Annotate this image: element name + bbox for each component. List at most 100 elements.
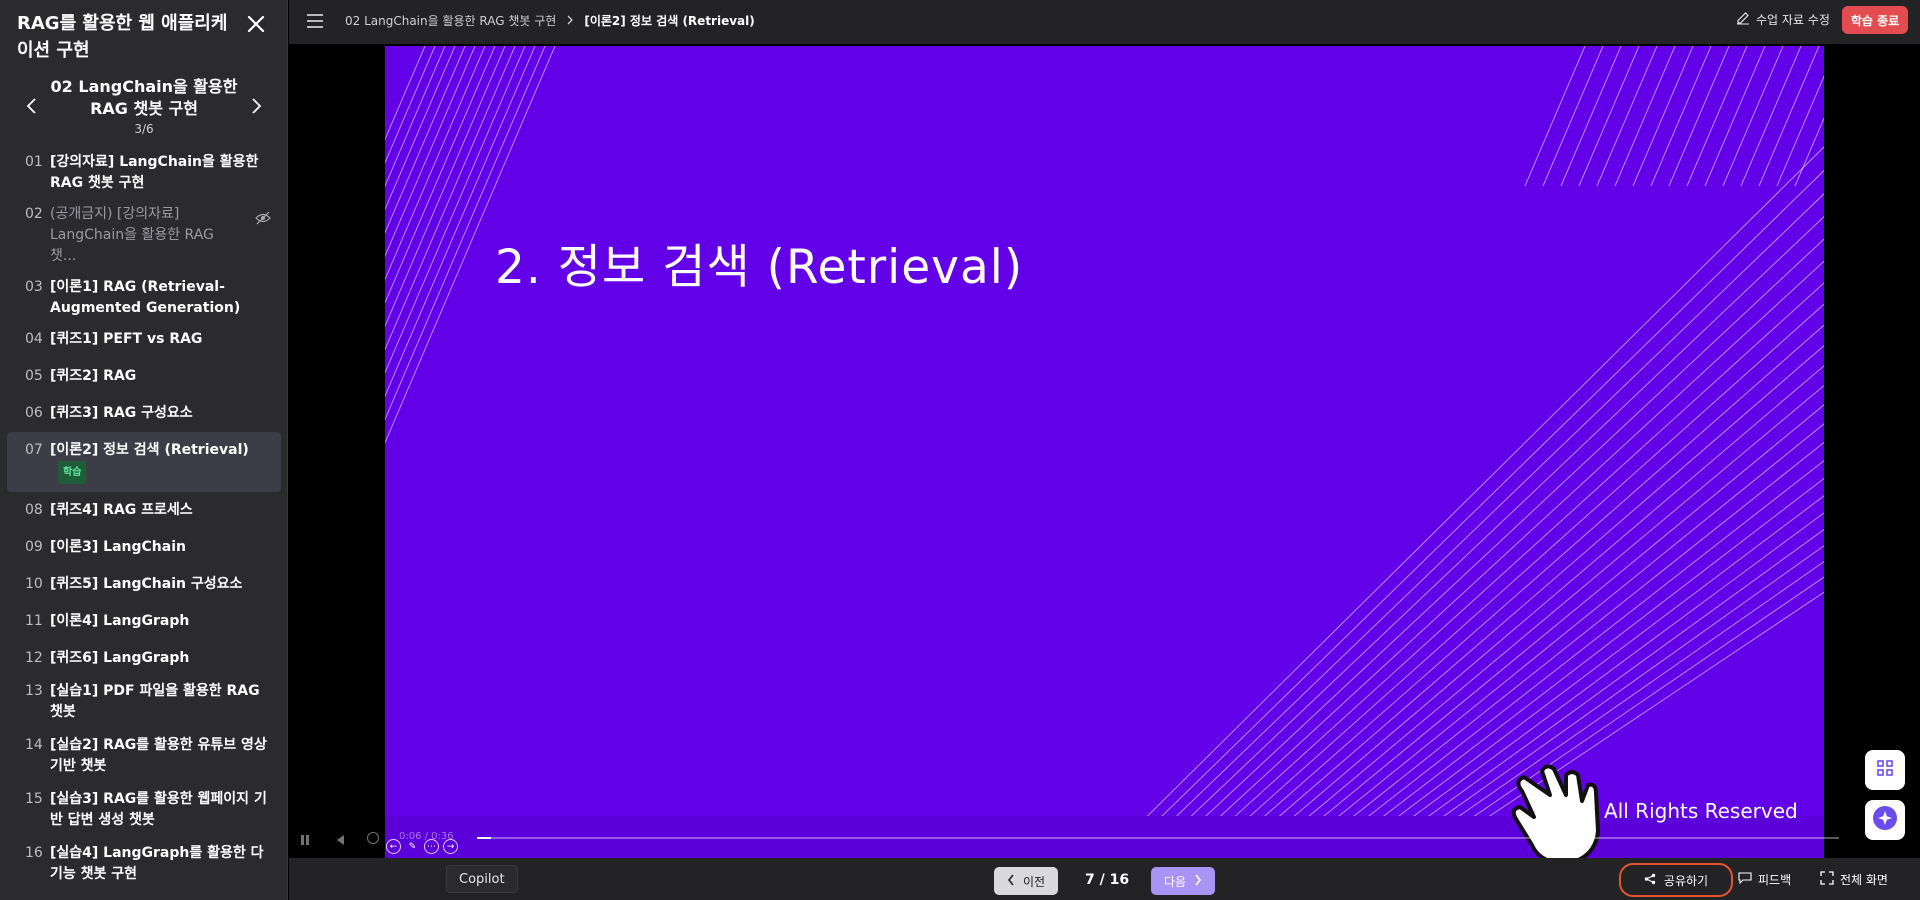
lesson-number: 12: [25, 650, 43, 666]
lesson-label: [이론3] LangChain: [50, 539, 186, 555]
slide-heading: 2. 정보 검색 (Retrieval): [495, 240, 1024, 295]
slide-stripe: [1146, 216, 1824, 858]
slide-stripe: [1722, 46, 1784, 187]
slide-stripe: [1132, 193, 1824, 858]
chevron-right-icon: [1194, 874, 1202, 889]
feedback-button[interactable]: 피드백: [1738, 871, 1791, 888]
lesson-label: [퀴즈4] RAG 프로세스: [50, 502, 193, 518]
apps-grid-button[interactable]: [1865, 750, 1905, 790]
prev-button[interactable]: 이전: [994, 867, 1058, 895]
slide-stripe: [1104, 146, 1824, 858]
end-learning-button[interactable]: 학습 종료: [1842, 6, 1908, 34]
pause-icon[interactable]: [299, 831, 311, 850]
lesson-label: [이론4] LangGraph: [50, 613, 190, 629]
lesson-number: 01: [25, 154, 43, 170]
lesson-item[interactable]: 15 [실습3] RAG를 활용한 웹페이지 기반 답변 생성 챗봇: [7, 785, 281, 835]
lesson-number: 08: [25, 502, 43, 518]
lesson-item[interactable]: 08 [퀴즈4] RAG 프로세스: [7, 496, 281, 525]
lesson-item[interactable]: 04 [퀴즈1] PEFT vs RAG: [7, 325, 281, 354]
lesson-number: 07: [25, 442, 43, 458]
slide-stripe: [1650, 46, 1712, 187]
edit-icon: [1736, 11, 1750, 28]
lesson-number: 14: [25, 737, 43, 753]
chapter-next-icon[interactable]: [244, 94, 268, 118]
rewind-icon[interactable]: [334, 831, 346, 850]
annotation-tools: ← ✎ ⋯ →: [386, 839, 458, 854]
lesson-number: 15: [25, 791, 43, 807]
chapter-title: 02 LangChain을 활용한 RAG 챗봇 구현: [50, 77, 238, 118]
slide-stripe: [1632, 46, 1694, 187]
lesson-number: 03: [25, 279, 43, 295]
share-button[interactable]: 공유하기: [1619, 863, 1733, 897]
fullscreen-icon: [1820, 871, 1834, 888]
slide-stripe: [1174, 260, 1824, 858]
eye-off-icon: [255, 211, 271, 225]
slide-stripe: [1776, 75, 1824, 187]
lesson-number: 13: [25, 683, 43, 699]
sparkle-icon: [1872, 805, 1898, 835]
lesson-label: [퀴즈6] LangGraph: [50, 650, 190, 666]
lesson-label: [퀴즈5] LangChain 구성요소: [50, 576, 243, 592]
progress-bar[interactable]: [477, 837, 1839, 839]
lesson-item[interactable]: 05 [퀴즈2] RAG: [7, 362, 281, 391]
edit-materials-button[interactable]: 수업 자료 수정: [1736, 11, 1830, 28]
lesson-number: 09: [25, 539, 43, 555]
lesson-item[interactable]: 14 [실습2] RAG를 활용한 유튜브 영상 기반 챗봇: [7, 731, 281, 781]
bottom-bar: Copilot 이전 7 / 16 다음 공유하기 피드백 전체 화면: [289, 858, 1920, 900]
close-icon[interactable]: [244, 12, 268, 36]
lesson-item[interactable]: 12 [퀴즈6] LangGraph: [7, 644, 281, 673]
share-label: 공유하기: [1663, 873, 1709, 888]
slide-stripe: [1118, 169, 1824, 858]
info-icon[interactable]: [366, 830, 380, 849]
lesson-item[interactable]: 09 [이론3] LangChain: [7, 533, 281, 562]
slide-stripe: [1758, 46, 1820, 187]
lesson-item[interactable]: 11 [이론4] LangGraph: [7, 607, 281, 636]
fullscreen-label: 전체 화면: [1840, 873, 1888, 887]
lesson-item[interactable]: 10 [퀴즈5] LangChain 구성요소: [7, 570, 281, 599]
lesson-item[interactable]: 16 [실습4] LangGraph를 활용한 다기능 챗봇 구현: [7, 839, 281, 889]
slide-stripe: [1614, 46, 1676, 187]
chapter-nav: 02 LangChain을 활용한 RAG 챗봇 구현 3/6: [0, 76, 287, 138]
slide-stripe: [1524, 46, 1586, 187]
lesson-label: [실습3] RAG를 활용한 웹페이지 기반 답변 생성 챗봇: [50, 791, 267, 828]
slide-stripe: [1668, 46, 1730, 187]
grid-icon: [1876, 759, 1894, 781]
ai-assistant-button[interactable]: [1865, 800, 1905, 840]
lesson-label: [퀴즈2] RAG: [50, 368, 137, 384]
pen-icon[interactable]: ✎: [405, 839, 420, 854]
slide-stripe: [1578, 46, 1640, 187]
chevron-left-icon: [1007, 874, 1015, 889]
prev-label: 이전: [1022, 874, 1046, 889]
copilot-button[interactable]: Copilot: [446, 865, 518, 893]
slide-stripe: [1560, 46, 1622, 187]
lesson-label: [퀴즈3] RAG 구성요소: [50, 405, 193, 421]
chevron-right-icon: [566, 14, 574, 28]
slide-stripe: [1542, 46, 1604, 187]
fullscreen-button[interactable]: 전체 화면: [1820, 871, 1888, 888]
arrow-left-icon[interactable]: ←: [386, 839, 401, 854]
menu-icon[interactable]: [305, 11, 325, 31]
lesson-item-current[interactable]: 07 [이론2] 정보 검색 (Retrieval) 학습: [7, 432, 281, 492]
slide-stripe: [1740, 46, 1802, 187]
lesson-item[interactable]: 06 [퀴즈3] RAG 구성요소: [7, 399, 281, 428]
lesson-label: [퀴즈1] PEFT vs RAG: [50, 331, 203, 347]
breadcrumb-parent[interactable]: 02 LangChain을 활용한 RAG 챗봇 구현: [345, 12, 556, 29]
share-icon: [1644, 873, 1656, 888]
next-button[interactable]: 다음: [1151, 867, 1215, 895]
slide-stripe: [1412, 576, 1824, 858]
arrow-right-icon[interactable]: →: [443, 839, 458, 854]
more-icon[interactable]: ⋯: [424, 839, 439, 854]
lesson-number: 02: [25, 206, 43, 222]
status-badge: 학습: [58, 461, 87, 484]
lesson-label: [이론2] 정보 검색 (Retrieval): [50, 442, 249, 458]
lesson-item[interactable]: 13 [실습1] PDF 파일을 활용한 RAG 챗봇: [7, 677, 281, 727]
course-title: RAG를 활용한 웹 애플리케이션 구현: [17, 13, 228, 61]
lecture-slide: 2. 정보 검색 (Retrieval) e. All Rights Reser…: [385, 46, 1824, 858]
slide-stripe: [1596, 46, 1658, 187]
lesson-item[interactable]: 02 (공개금지) [강의자료] LangChain을 활용한 RAG 챗...: [7, 200, 281, 271]
lesson-label: [실습2] RAG를 활용한 유튜브 영상 기반 챗봇: [50, 737, 267, 774]
lesson-item[interactable]: 01 [강의자료] LangChain을 활용한 RAG 챗봇 구현: [7, 148, 281, 198]
lesson-item[interactable]: 03 [이론1] RAG (Retrieval-Augmented Genera…: [7, 273, 281, 323]
lesson-number: 11: [25, 613, 43, 629]
chapter-prev-icon[interactable]: [20, 94, 44, 118]
